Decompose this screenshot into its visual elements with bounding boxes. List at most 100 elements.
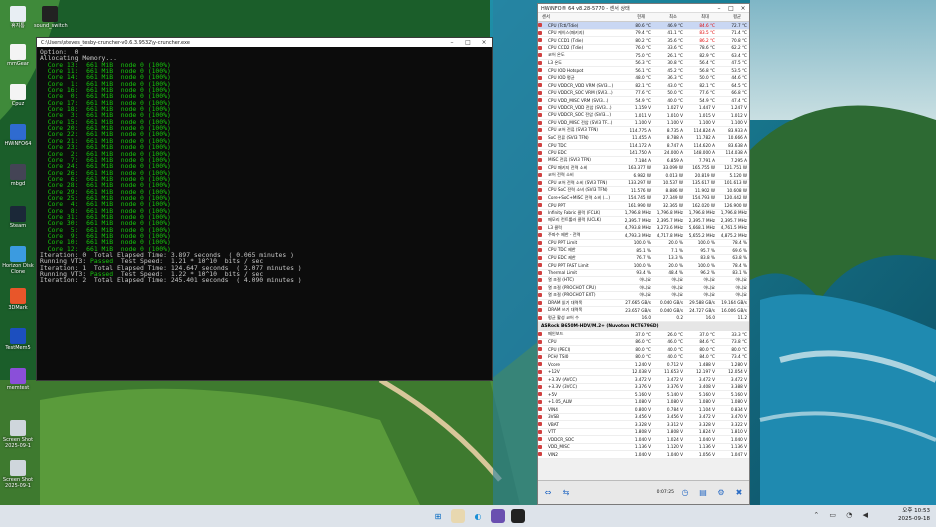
3dmark-icon[interactable]: 3DMark bbox=[2, 288, 34, 311]
sensor-row[interactable]: 열 조절 (PROCHOT EXT) 아니요 아니요 아니요 아니요 bbox=[538, 292, 749, 300]
sensor-row[interactable]: CPU (PECI) 80.0 °C 40.0 °C 80.0 °C 80.0 °C bbox=[538, 346, 749, 354]
app-icon[interactable]: mbgd bbox=[2, 164, 34, 187]
sensor-row[interactable]: +3.3V (AVCC) 3.472 V 3.472 V 3.472 V 3.472 V bbox=[538, 376, 749, 384]
col-current[interactable]: 현재 bbox=[615, 14, 647, 20]
sensor-row[interactable]: Vcore 1.240 V 0.712 V 1.488 V 1.280 V bbox=[538, 361, 749, 369]
tray-icons[interactable]: ⌃ ▭ ◔ ◀ bbox=[813, 511, 872, 519]
sensor-row[interactable]: CPU VDD_MISC 전압 (SVI3 TF...) 1.100 V 1.100… bbox=[538, 119, 749, 127]
maximize-icon[interactable]: □ bbox=[725, 5, 737, 12]
sensor-row[interactable]: 주파수 제한 - 전역 4,793.3 MHz 4,717.8 MHz 5,655.2… bbox=[538, 232, 749, 240]
sensor-row[interactable]: CPU VDDCR_VDD VRM (SVI3...) 82.1 °C 43.0 °… bbox=[538, 82, 749, 90]
hwinfo-titlebar[interactable]: HWiNFO® 64 v8.28-5770 - 센서 상태 – □ × bbox=[538, 4, 749, 13]
sensor-row[interactable]: +3.3V (3VCC) 3.376 V 3.376 V 3.408 V 3.388 V bbox=[538, 383, 749, 391]
sensor-row[interactable]: L3 클럭 4,793.8 MHz 3,273.6 MHz 5,668.1 MHz 4,… bbox=[538, 224, 749, 232]
sensor-row[interactable]: CPU VDDCR_VDD 전압 (SVI3...) 1.159 V 1.027 V… bbox=[538, 104, 749, 112]
sensor-row[interactable]: CPU CCD1 (Tdie) 80.2 °C 35.6 °C 86.2 °C 70.8… bbox=[538, 37, 749, 45]
sensor-row[interactable]: CPU TDC 제한 85.1 % 7.1 % 95.7 % 69.6 % bbox=[538, 247, 749, 255]
screenshot-icon[interactable]: Screen Shot 2025-09-1 bbox=[2, 420, 34, 449]
testmem-icon[interactable]: TestMem5 bbox=[2, 328, 34, 351]
cpuz-icon[interactable]: Cpuz bbox=[2, 84, 34, 107]
hwinfo-icon[interactable]: HWiNFO64 bbox=[2, 124, 34, 147]
disk-clone-icon[interactable]: Horizon Disk Clone bbox=[2, 246, 34, 275]
screenshot-icon[interactable]: Screen Shot 2025-09-1 bbox=[2, 460, 34, 489]
clock-icon[interactable]: ◷ bbox=[678, 486, 692, 500]
sensor-row[interactable]: Infinity Fabric 클럭 (FCLK) 1,796.8 MHz 1,79… bbox=[538, 209, 749, 217]
sensor-row[interactable]: CPU PPT Limit 100.0 % 20.0 % 100.0 % 78.4 % bbox=[538, 239, 749, 247]
col-avg[interactable]: 평균 bbox=[711, 14, 743, 20]
settings-icon[interactable]: ⚙ bbox=[714, 486, 728, 500]
sensor-row[interactable]: VTT 1.808 V 1.808 V 1.824 V 1.810 V bbox=[538, 428, 749, 436]
sensor-row[interactable]: VDDCR_SOC 1.040 V 1.024 V 1.040 V 1.040 V bbox=[538, 436, 749, 444]
sensor-row[interactable]: CPU IOD 평균 48.0 °C 36.3 °C 50.0 °C 44.6 °C bbox=[538, 74, 749, 82]
sensor-row[interactable]: CPU VDDCR_SOC 전압 (SVI3...) 1.011 V 1.010 V… bbox=[538, 112, 749, 120]
sensor-row[interactable]: VIN2 1.040 V 1.040 V 1.056 V 1.047 V bbox=[538, 451, 749, 459]
sensor-row[interactable]: Core+SoC+MISC 전력 소비 (...) 154.745 W 27.349… bbox=[538, 194, 749, 202]
sensor-row[interactable]: CPU SoC 전력 소비 (SVI3 TFN) 11.576 W 8.886 W 1… bbox=[538, 187, 749, 195]
sensor-group-header[interactable]: ASRock B650M-HDV/M.2+ (Nuvoton NCT6796D) bbox=[538, 322, 749, 331]
sensor-row[interactable]: L3 온도 56.3 °C 30.8 °C 56.4 °C 47.5 °C bbox=[538, 59, 749, 67]
sensor-row[interactable]: 메모리 컨트롤러 클럭 (UCLK) 2,395.7 MHz 2,395.7 MHz… bbox=[538, 217, 749, 225]
network-icon[interactable]: ⇆ bbox=[559, 486, 573, 500]
col-min[interactable]: 최소 bbox=[647, 14, 679, 20]
sensor-row[interactable]: 열 조절 (HTC) 아니요 아니요 아니요 아니요 bbox=[538, 277, 749, 285]
sensor-row[interactable]: CPU CCD2 (Tdie) 76.0 °C 33.6 °C 78.6 °C 62.2… bbox=[538, 44, 749, 52]
sensor-row[interactable]: 코어 온도 75.0 °C 26.1 °C 82.9 °C 63.4 °C bbox=[538, 52, 749, 60]
memtest-icon[interactable]: memtest bbox=[2, 368, 34, 391]
sensor-row[interactable]: CPU (Tctl/Tdie) 80.6 °C 46.9 °C 84.6 °C 72.7… bbox=[538, 22, 749, 30]
column-header[interactable]: 센서 현재 최소 최대 평균 bbox=[538, 13, 749, 22]
sensor-row[interactable]: CPU 패키지 전력 소비 163.377 W 33.099 W 165.755 W 1… bbox=[538, 164, 749, 172]
sensor-row[interactable]: CPU EDC 141.750 A 24.000 A 148.000 A 114.038… bbox=[538, 149, 749, 157]
start-icon[interactable]: ⊞ bbox=[431, 509, 445, 523]
minimize-icon[interactable]: – bbox=[713, 5, 725, 12]
sensor-row[interactable]: CPU VDD_MISC VRM (SVI3...) 54.9 °C 40.0 °C… bbox=[538, 97, 749, 105]
terminal-titlebar[interactable]: C:\Users\steves_tesby-cruncher-v0.6.3.95… bbox=[37, 38, 492, 47]
sensor-row[interactable]: MISC 전류 (SVI3 TFN) 7.184 A 6.859 A 7.791 A 7… bbox=[538, 157, 749, 165]
sensor-row[interactable]: +1.05_ALW 1.080 V 1.080 V 1.080 V 1.080 V bbox=[538, 398, 749, 406]
sensor-row[interactable]: 열 조절 (PROCHOT CPU) 아니요 아니요 아니요 아니요 bbox=[538, 284, 749, 292]
sensor-row[interactable]: CPU TDC 114.172 A 8.747 A 114.620 A 83.638 A bbox=[538, 142, 749, 150]
edge-icon[interactable]: ◐ bbox=[471, 509, 485, 523]
close-icon[interactable]: × bbox=[737, 5, 749, 12]
sensor-row[interactable]: DRAM 쓰기 대역폭 23.657 GB/s 0.040 GB/s 24.727 G… bbox=[538, 307, 749, 315]
sensor-row[interactable]: Thermal Limit 93.4 % 48.4 % 96.2 % 83.1 % bbox=[538, 269, 749, 277]
sensor-row[interactable]: 코어 전력 소비 6.982 W 0.013 W 20.819 W 5.120 W bbox=[538, 172, 749, 180]
sensor-row[interactable]: CPU VDDCR_SOC VRM (SVI3...) 77.6 °C 50.0 °… bbox=[538, 89, 749, 97]
sensor-row[interactable]: 평균 활성 코어 수 16.0 0.2 16.0 11.2 bbox=[538, 314, 749, 322]
sensor-row[interactable]: CPU PPT FAST Limit 100.0 % 20.0 % 100.0 % 78… bbox=[538, 262, 749, 270]
steam-icon[interactable]: Steam bbox=[2, 206, 34, 229]
sensor-row[interactable]: SoC 전류 (SVI3 TFN) 11.455 A 8.788 A 11.782 A… bbox=[538, 134, 749, 142]
sensor-row[interactable]: CPU IOD Hotspot 56.1 °C 45.2 °C 56.8 °C 53.5… bbox=[538, 67, 749, 75]
sensor-row[interactable]: CPU 케이스(패키지) 79.4 °C 41.1 °C 83.5 °C 71.4 °C bbox=[538, 29, 749, 37]
terminal-icon[interactable] bbox=[511, 509, 525, 523]
sensor-row[interactable]: PCH/ TSI0 80.0 °C 40.0 °C 84.0 °C 73.4 °C bbox=[538, 353, 749, 361]
close-icon[interactable]: × bbox=[476, 39, 492, 46]
sensor-row[interactable]: +5V 5.160 V 5.140 V 5.160 V 5.160 V bbox=[538, 391, 749, 399]
sensor-row[interactable]: VIN4 0.800 V 0.784 V 1.104 V 0.834 V bbox=[538, 406, 749, 414]
maximize-icon[interactable]: □ bbox=[460, 39, 476, 46]
sensor-row[interactable]: CPU EDC 제한 76.7 % 13.3 % 83.8 % 63.8 % bbox=[538, 254, 749, 262]
sound-switch-icon[interactable]: sound_switch bbox=[34, 6, 68, 29]
close-icon[interactable]: ✖ bbox=[732, 486, 746, 500]
sensor-row[interactable]: CPU 코어 전류 (SVI3 TFN) 114.775 A 8.735 A 114.… bbox=[538, 127, 749, 135]
sensor-row[interactable]: +12V 12.038 V 11.653 V 12.197 V 12.054 V bbox=[538, 368, 749, 376]
sensor-row[interactable]: DRAM 읽기 대역폭 27.665 GB/s 0.040 GB/s 29.588 G… bbox=[538, 299, 749, 307]
report-icon[interactable]: ▤ bbox=[696, 486, 710, 500]
sensor-row[interactable]: 메인보드 37.0 °C 26.0 °C 37.0 °C 33.3 °C bbox=[538, 331, 749, 339]
minimize-icon[interactable]: – bbox=[444, 39, 460, 46]
terminal-window[interactable]: C:\Users\steves_tesby-cruncher-v0.6.3.95… bbox=[36, 37, 493, 381]
sensor-row[interactable]: CPU 86.0 °C 46.0 °C 84.6 °C 73.8 °C bbox=[538, 338, 749, 346]
sensor-row[interactable]: VBAT 3.328 V 3.312 V 3.328 V 3.322 V bbox=[538, 421, 749, 429]
col-sensor[interactable]: 센서 bbox=[538, 14, 615, 20]
hwinfo-window[interactable]: HWiNFO® 64 v8.28-5770 - 센서 상태 – □ × 센서 현… bbox=[537, 3, 750, 505]
col-max[interactable]: 최대 bbox=[679, 14, 711, 20]
recycle-bin-icon[interactable]: 휴지통 bbox=[2, 6, 34, 29]
sensor-row[interactable]: VDD_MISC 1.136 V 1.120 V 1.136 V 1.136 V bbox=[538, 443, 749, 451]
clock[interactable]: 오후 10:53 2025-09-18 bbox=[898, 507, 930, 523]
app-icon[interactable] bbox=[491, 509, 505, 523]
sensor-row[interactable]: CPU PPT 161.990 W 32.365 W 162.020 W 126.900… bbox=[538, 202, 749, 210]
desktop-file-icon[interactable]: mmGear bbox=[2, 44, 34, 67]
sensor-row[interactable]: CPU 코어 전력 소비 (SVI3 TFN) 133.297 W 10.537 W… bbox=[538, 179, 749, 187]
sensor-row[interactable]: 3VSB 3.456 V 3.456 V 3.472 V 3.470 V bbox=[538, 413, 749, 421]
nav-arrows-icon[interactable]: ⇔ bbox=[541, 486, 555, 500]
file-explorer-icon[interactable] bbox=[451, 509, 465, 523]
